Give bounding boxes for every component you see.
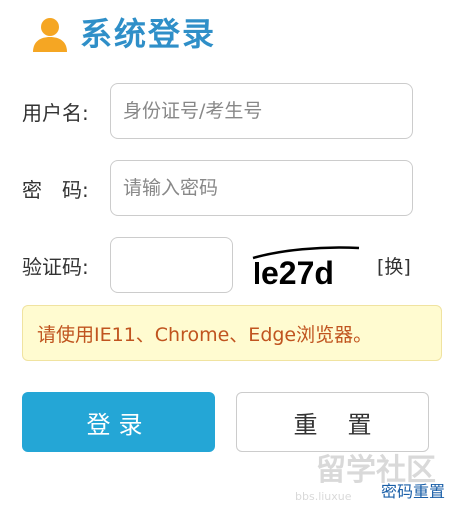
forgot-password-link[interactable]: 密码重置 (381, 478, 445, 502)
username-input[interactable] (110, 83, 413, 139)
captcha-image[interactable]: e27d (251, 240, 363, 290)
page-title: 系统登录 (80, 15, 217, 53)
login-button[interactable]: 登录 (22, 392, 215, 452)
reset-button[interactable]: 重置 (236, 392, 429, 452)
watermark-subtext: bbs.liuxue (295, 490, 352, 503)
captcha-refresh-link[interactable]: [换] (377, 252, 411, 279)
login-page: 系统登录 用户名: 密 码: 验证码: e27d [换] 请使用IE11、Chr… (0, 0, 473, 510)
user-icon (33, 18, 67, 52)
browser-notice-text: 请使用IE11、Chrome、Edge浏览器。 (37, 323, 373, 346)
username-label: 用户名: (22, 100, 89, 125)
password-input[interactable] (110, 160, 413, 216)
captcha-label: 验证码: (22, 254, 89, 279)
captcha-input[interactable] (110, 237, 233, 293)
username-row: 用户名: (22, 83, 413, 139)
captcha-row: 验证码: e27d [换] (22, 237, 411, 293)
captcha-image-text: e27d (261, 255, 334, 290)
browser-notice: 请使用IE11、Chrome、Edge浏览器。 (22, 305, 442, 361)
login-header: 系统登录 (30, 12, 216, 56)
password-label: 密 码: (22, 177, 89, 202)
password-row: 密 码: (22, 160, 413, 216)
